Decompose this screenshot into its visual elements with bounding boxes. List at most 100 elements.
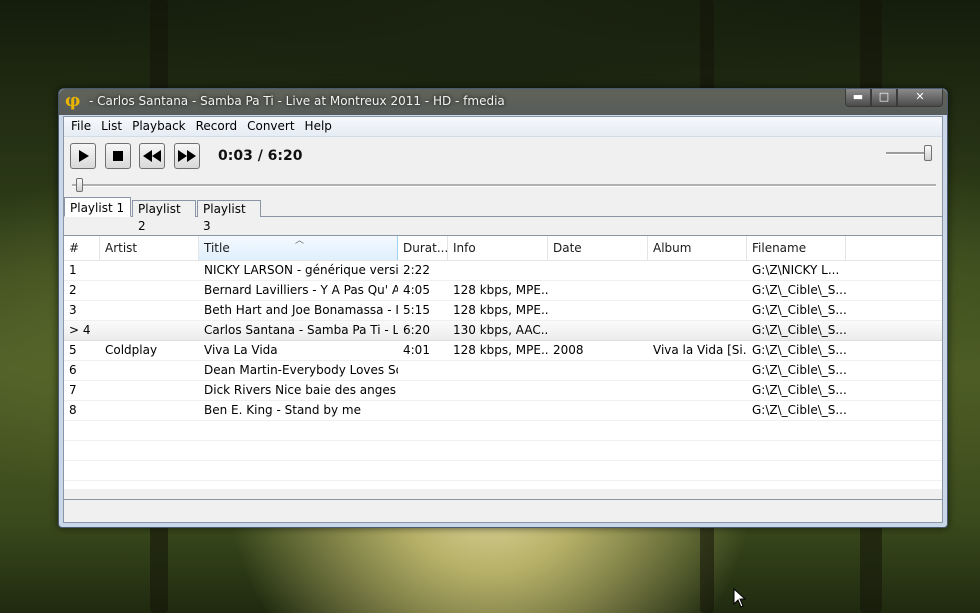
cell-artist <box>100 321 199 340</box>
seek-track <box>72 184 936 187</box>
cell-filename: G:\Z\_Cible\_S... <box>752 303 846 317</box>
close-button[interactable]: ✕ <box>897 89 943 107</box>
cell-duration: 6:20 <box>403 323 430 337</box>
tab-playlist-1[interactable]: Playlist 1 <box>64 197 131 217</box>
cell-title: Beth Hart and Joe Bonamassa - I'l... <box>204 303 398 317</box>
column-info[interactable]: Info <box>448 236 548 260</box>
column-album[interactable]: Album <box>648 236 747 260</box>
play-button[interactable] <box>70 143 96 169</box>
minimize-button[interactable]: ▬ <box>845 89 871 107</box>
table-row[interactable]: 3 Beth Hart and Joe Bonamassa - I'l... 5:1… <box>64 301 942 321</box>
cell-duration <box>398 361 448 380</box>
time-display: 0:03 / 6:20 <box>218 148 303 164</box>
cell-duration: 2:22 <box>403 263 430 277</box>
tab-playlist-2[interactable]: Playlist 2 <box>132 200 196 233</box>
table-row[interactable]: 2 Bernard Lavilliers - Y A Pas Qu' A ... 4… <box>64 281 942 301</box>
cell-artist <box>100 281 199 300</box>
cell-filename: G:\Z\_Cible\_S... <box>752 323 846 337</box>
cell-album <box>648 381 747 400</box>
play-icon <box>79 150 89 162</box>
cell-number: 6 <box>69 363 77 377</box>
cell-number: 1 <box>69 263 77 277</box>
cell-number: > 4 <box>69 323 91 337</box>
rewind-icon <box>143 150 161 162</box>
cell-info: 128 kbps, MPE... <box>453 303 548 317</box>
cell-date <box>548 361 648 380</box>
menu-convert[interactable]: Convert <box>242 117 299 136</box>
cell-artist: Coldplay <box>105 343 158 357</box>
maximize-button[interactable]: □ <box>871 89 897 107</box>
volume-thumb[interactable] <box>924 145 932 161</box>
tab-playlist-3[interactable]: Playlist 3 <box>197 200 261 233</box>
cell-album <box>648 281 747 300</box>
phi-logo-icon[interactable]: φ <box>65 92 83 110</box>
cell-album: Viva la Vida [Si... <box>653 343 747 357</box>
table-row[interactable]: 7 Dick Rivers Nice baie des anges G:\Z\_Ci… <box>64 381 942 401</box>
cell-info <box>448 401 548 420</box>
cell-date <box>548 261 648 280</box>
table-row[interactable]: 6 Dean Martin-Everybody Loves So... G:\Z\_… <box>64 361 942 381</box>
title-bar[interactable]: φ - Carlos Santana - Samba Pa Ti - Live … <box>59 89 947 115</box>
stop-icon <box>113 151 123 161</box>
table-body: 1 NICKY LARSON - générique versi... 2:22 G:… <box>64 261 942 521</box>
cell-filename: G:\Z\_Cible\_S... <box>752 403 846 417</box>
cell-date <box>548 381 648 400</box>
playlist-table[interactable]: # Artist Title ︿ Durat... Info Date Albu… <box>64 235 942 521</box>
menu-bar: File List Playback Record Convert Help <box>64 117 942 137</box>
cell-album <box>648 401 747 420</box>
table-row[interactable] <box>64 481 942 501</box>
cell-filename: G:\Z\NICKY L... <box>752 263 840 277</box>
cell-album <box>648 301 747 320</box>
table-row[interactable]: 8 Ben E. King - Stand by me G:\Z\_Cible\_S… <box>64 401 942 421</box>
cell-number: 2 <box>69 283 77 297</box>
playlist-tabs: Playlist 1 Playlist 2 Playlist 3 <box>64 197 942 233</box>
cell-album <box>648 361 747 380</box>
table-row[interactable] <box>64 441 942 461</box>
menu-file[interactable]: File <box>66 117 96 136</box>
column-number[interactable]: # <box>64 236 100 260</box>
volume-slider[interactable] <box>886 144 934 162</box>
cell-info: 128 kbps, MPE... <box>453 343 548 357</box>
cell-artist <box>100 301 199 320</box>
seek-slider[interactable] <box>64 175 942 197</box>
table-row[interactable]: > 4 Carlos Santana - Samba Pa Ti - Li... 6… <box>64 321 942 341</box>
cell-number: 5 <box>69 343 77 357</box>
status-bar <box>64 499 942 522</box>
cell-filename: G:\Z\_Cible\_S... <box>752 383 846 397</box>
column-artist[interactable]: Artist <box>100 236 199 260</box>
column-date[interactable]: Date <box>548 236 648 260</box>
menu-record[interactable]: Record <box>191 117 242 136</box>
table-header: # Artist Title ︿ Durat... Info Date Albu… <box>64 236 942 261</box>
fast-forward-icon <box>178 150 196 162</box>
cell-artist <box>100 381 199 400</box>
cell-number: 8 <box>69 403 77 417</box>
cell-duration: 4:01 <box>403 343 430 357</box>
menu-help[interactable]: Help <box>300 117 337 136</box>
column-title-label: Title <box>204 241 230 255</box>
cell-duration: 4:05 <box>403 283 430 297</box>
cell-title: Carlos Santana - Samba Pa Ti - Li... <box>204 323 398 337</box>
cell-artist <box>100 401 199 420</box>
next-button[interactable] <box>174 143 200 169</box>
seek-thumb[interactable] <box>76 178 83 192</box>
table-row[interactable]: 5 Coldplay Viva La Vida 4:01 128 kbps, MPE..… <box>64 341 942 361</box>
column-duration[interactable]: Durat... <box>398 236 448 260</box>
column-filename[interactable]: Filename <box>747 236 846 260</box>
menu-list[interactable]: List <box>96 117 127 136</box>
table-row[interactable] <box>64 461 942 481</box>
cell-title: Dean Martin-Everybody Loves So... <box>204 363 398 377</box>
cell-date <box>548 401 648 420</box>
cell-title: Viva La Vida <box>204 343 278 357</box>
cell-duration <box>398 381 448 400</box>
table-row[interactable]: 1 NICKY LARSON - générique versi... 2:22 G:… <box>64 261 942 281</box>
cell-filename: G:\Z\_Cible\_S... <box>752 363 846 377</box>
column-title[interactable]: Title ︿ <box>199 236 398 260</box>
previous-button[interactable] <box>139 143 165 169</box>
table-row[interactable] <box>64 421 942 441</box>
cell-info <box>448 361 548 380</box>
fmedia-window: φ - Carlos Santana - Samba Pa Ti - Live … <box>58 88 948 528</box>
menu-playback[interactable]: Playback <box>127 117 191 136</box>
toolbar: 0:03 / 6:20 <box>64 137 942 175</box>
stop-button[interactable] <box>105 143 131 169</box>
cell-duration: 5:15 <box>403 303 430 317</box>
